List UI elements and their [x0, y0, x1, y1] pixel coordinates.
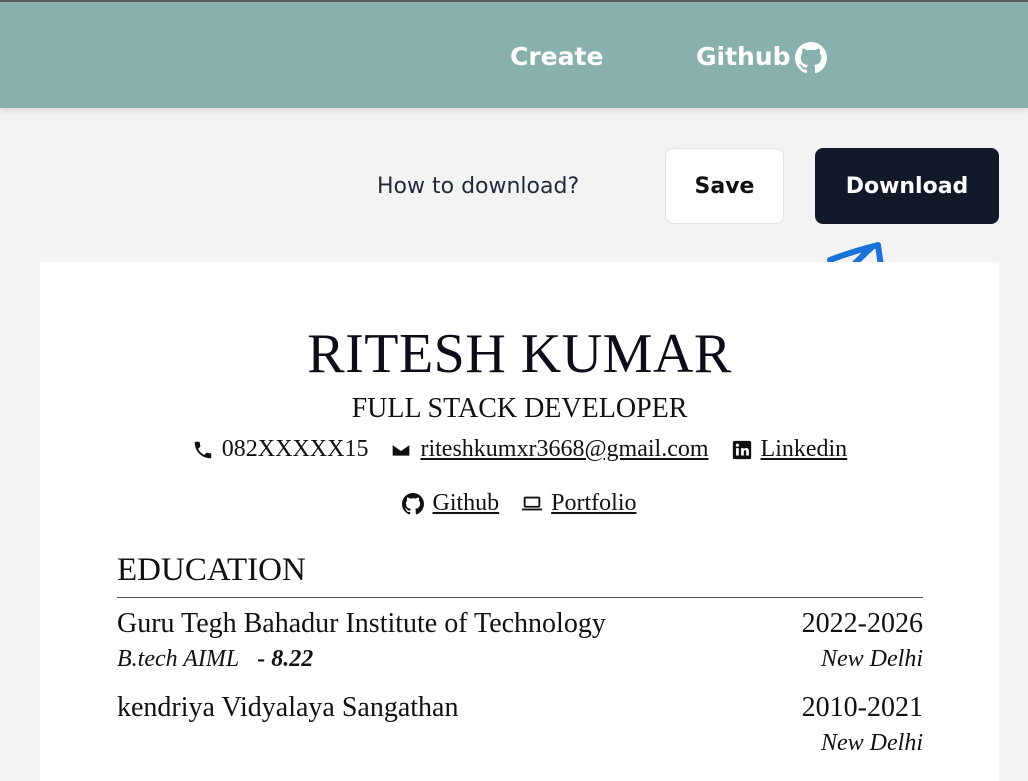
contact-github: Github: [402, 490, 499, 517]
phone-number: 082XXXXX15: [221, 436, 369, 462]
github-icon[interactable]: [795, 42, 827, 74]
save-button[interactable]: Save: [665, 148, 784, 224]
resume-preview: RITESH KUMAR FULL STACK DEVELOPER 082XXX…: [40, 262, 999, 781]
email-link[interactable]: riteshkumxr3668@gmail.com: [420, 436, 708, 463]
education-entry: Guru Tegh Bahadur Institute of Technolog…: [117, 608, 923, 676]
section-divider: [117, 597, 923, 598]
nav-create-link[interactable]: Create: [510, 42, 603, 71]
section-title-education: EDUCATION: [117, 552, 306, 588]
degree-info: B.tech AIML - 8.22: [117, 646, 313, 676]
resume-name: RITESH KUMAR: [307, 323, 732, 385]
degree-name: B.tech AIML: [117, 646, 240, 672]
degree-grade: - 8.22: [257, 646, 314, 672]
education-entry: kendriya Vidyalaya Sangathan 2010-2021 N…: [117, 692, 923, 760]
contact-linkedin: Linkedin: [731, 436, 848, 463]
top-navbar: Create Github: [0, 0, 1028, 108]
download-button[interactable]: Download: [815, 148, 999, 224]
linkedin-icon: [732, 440, 751, 459]
linkedin-link[interactable]: Linkedin: [761, 436, 848, 463]
how-to-download-link[interactable]: How to download?: [377, 174, 579, 199]
contact-phone: 082XXXXX15: [192, 436, 369, 463]
nav-github-link[interactable]: Github: [696, 42, 791, 71]
github-profile-link[interactable]: Github: [432, 490, 499, 517]
mail-icon: [391, 442, 412, 457]
portfolio-link[interactable]: Portfolio: [551, 490, 636, 517]
school-location: New Delhi: [821, 730, 923, 756]
school-name: Guru Tegh Bahadur Institute of Technolog…: [117, 608, 606, 639]
contact-row-primary: 082XXXXX15 riteshkumxr3668@gmail.com Lin…: [40, 436, 999, 468]
school-years: 2010-2021: [801, 692, 923, 723]
school-location: New Delhi: [821, 646, 923, 672]
resume-role: FULL STACK DEVELOPER: [351, 393, 688, 424]
school-years: 2022-2026: [801, 608, 923, 639]
laptop-icon: [522, 496, 543, 510]
school-name: kendriya Vidyalaya Sangathan: [117, 692, 459, 723]
phone-icon: [194, 441, 212, 458]
github-icon: [402, 492, 425, 514]
contact-portfolio: Portfolio: [521, 490, 637, 517]
contact-email: riteshkumxr3668@gmail.com: [390, 436, 709, 463]
contact-row-secondary: Github Portfolio: [40, 490, 999, 522]
